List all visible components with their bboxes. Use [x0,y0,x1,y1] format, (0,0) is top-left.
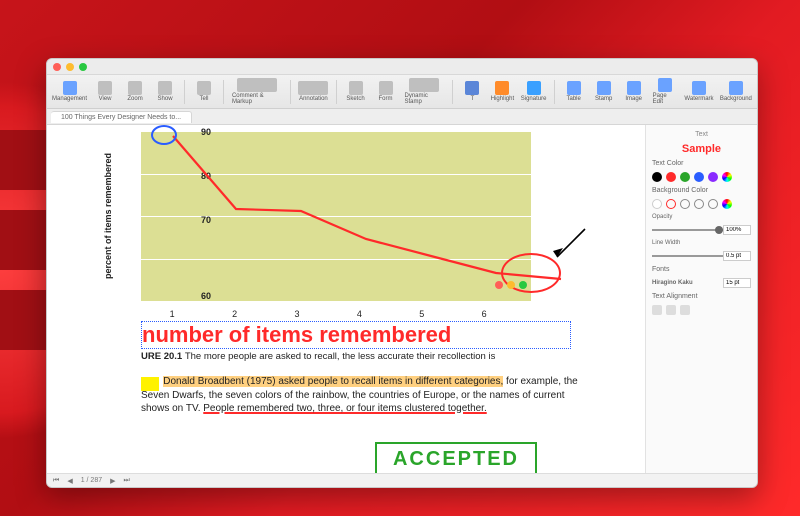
line-width-label: Line Width [652,240,680,246]
form-button[interactable]: Form [375,81,397,102]
font-select[interactable]: Hiragino Kaku [652,280,693,286]
annotation-button[interactable]: Annotation [299,81,327,102]
ytick: 90 [201,127,211,137]
zoom-button[interactable]: Zoom [124,81,146,102]
dynamic-stamp-button[interactable]: Dynamic Stamp [405,78,445,105]
management-button[interactable]: Management [53,81,86,102]
opacity-input[interactable] [723,225,751,235]
table-button[interactable]: Table [563,81,585,102]
document-tabbar: 100 Things Every Designer Needs to... [47,109,757,125]
page-edit-button[interactable]: Page Edit [653,78,678,105]
dot-icon[interactable] [519,281,527,289]
opacity-label: Opacity [652,214,672,220]
opacity-slider[interactable] [652,229,723,231]
maximize-icon[interactable] [79,63,87,71]
chart-xaxis: 1 2 3 4 5 6 [141,305,531,319]
color-purple[interactable] [708,172,718,182]
text-color-swatches [652,172,751,182]
ytick: 60 [201,291,211,301]
status-bar: ⏮ ◀ 1 / 287 ▶ ⏭ [47,473,757,487]
line-width-slider[interactable] [652,255,723,257]
highlight-button[interactable]: Highlight [491,81,513,102]
stamp-button[interactable]: Stamp [593,81,615,102]
ytick: 80 [201,171,211,181]
sketch-button[interactable]: Sketch [345,81,367,102]
ytick: 70 [201,215,211,225]
color-red[interactable] [666,172,676,182]
color-red-outline[interactable] [666,199,676,209]
color-gray[interactable] [694,199,704,209]
titlebar [47,59,757,75]
body-paragraph: Donald Broadbent (1975) asked people to … [141,375,591,416]
color-picker-icon[interactable] [722,199,732,209]
highlighted-text[interactable]: Donald Broadbent (1975) asked people to … [163,376,503,387]
toolbar: Management View Zoom Show Tell Comment &… [47,75,757,109]
color-picker-icon[interactable] [722,172,732,182]
image-button[interactable]: Image [623,81,645,102]
alignment-buttons [652,305,751,315]
align-center-icon[interactable] [666,305,676,315]
app-window: Management View Zoom Show Tell Comment &… [46,58,758,488]
inspector-title: Text [652,131,751,138]
figure-caption: URE 20.1 The more people are asked to re… [141,351,581,362]
headline-text[interactable]: number of items remembered [141,321,571,349]
text-tool-button[interactable]: T [461,81,483,102]
inspector-sidebar: Text Sample Text Color Background Color [645,125,757,473]
show-button[interactable]: Show [154,81,176,102]
font-label: Fonts [652,266,751,273]
underlined-text[interactable]: People remembered two, three, or four it… [203,403,486,414]
background-button[interactable]: Background [721,81,751,102]
document-canvas[interactable]: percent of items remembered 90 80 70 60 … [47,125,645,473]
color-green[interactable] [680,172,690,182]
annotation-circle-blue[interactable] [151,125,177,145]
accepted-stamp[interactable]: ACCEPTED [375,442,537,473]
dot-icon[interactable] [495,281,503,289]
minimize-icon[interactable] [66,63,74,71]
nav-prev-icon[interactable]: ◀ [67,477,72,485]
tell-button[interactable]: Tell [193,81,215,102]
color-blue[interactable] [694,172,704,182]
chart-ylabel: percent of items remembered [103,131,117,301]
close-icon[interactable] [53,63,61,71]
color-gray[interactable] [680,199,690,209]
align-left-icon[interactable] [652,305,662,315]
sample-preview: Sample [652,143,751,155]
nav-first-icon[interactable]: ⏮ [53,477,59,485]
font-size-input[interactable] [723,278,751,288]
watermark-button[interactable]: Watermark [685,81,713,102]
annotation-arrow[interactable] [549,227,589,267]
bg-color-swatches [652,199,751,209]
text-color-label: Text Color [652,160,751,167]
page-indicator[interactable]: 1 / 287 [81,477,102,484]
bg-color-label: Background Color [652,187,751,194]
chart-plot-area [141,131,531,301]
color-black[interactable] [652,172,662,182]
alignment-label: Text Alignment [652,293,751,300]
align-right-icon[interactable] [680,305,690,315]
comment-markup-button[interactable]: Comment & Markup [232,78,282,105]
nav-last-icon[interactable]: ⏭ [124,477,130,485]
floating-annotation-dots [495,281,527,289]
dot-icon[interactable] [507,281,515,289]
signature-button[interactable]: Signature [521,81,545,102]
color-gray[interactable] [708,199,718,209]
nav-next-icon[interactable]: ▶ [110,477,115,485]
view-button[interactable]: View [94,81,116,102]
document-tab[interactable]: 100 Things Every Designer Needs to... [51,111,192,123]
line-width-input[interactable] [723,251,751,261]
color-none[interactable] [652,199,662,209]
